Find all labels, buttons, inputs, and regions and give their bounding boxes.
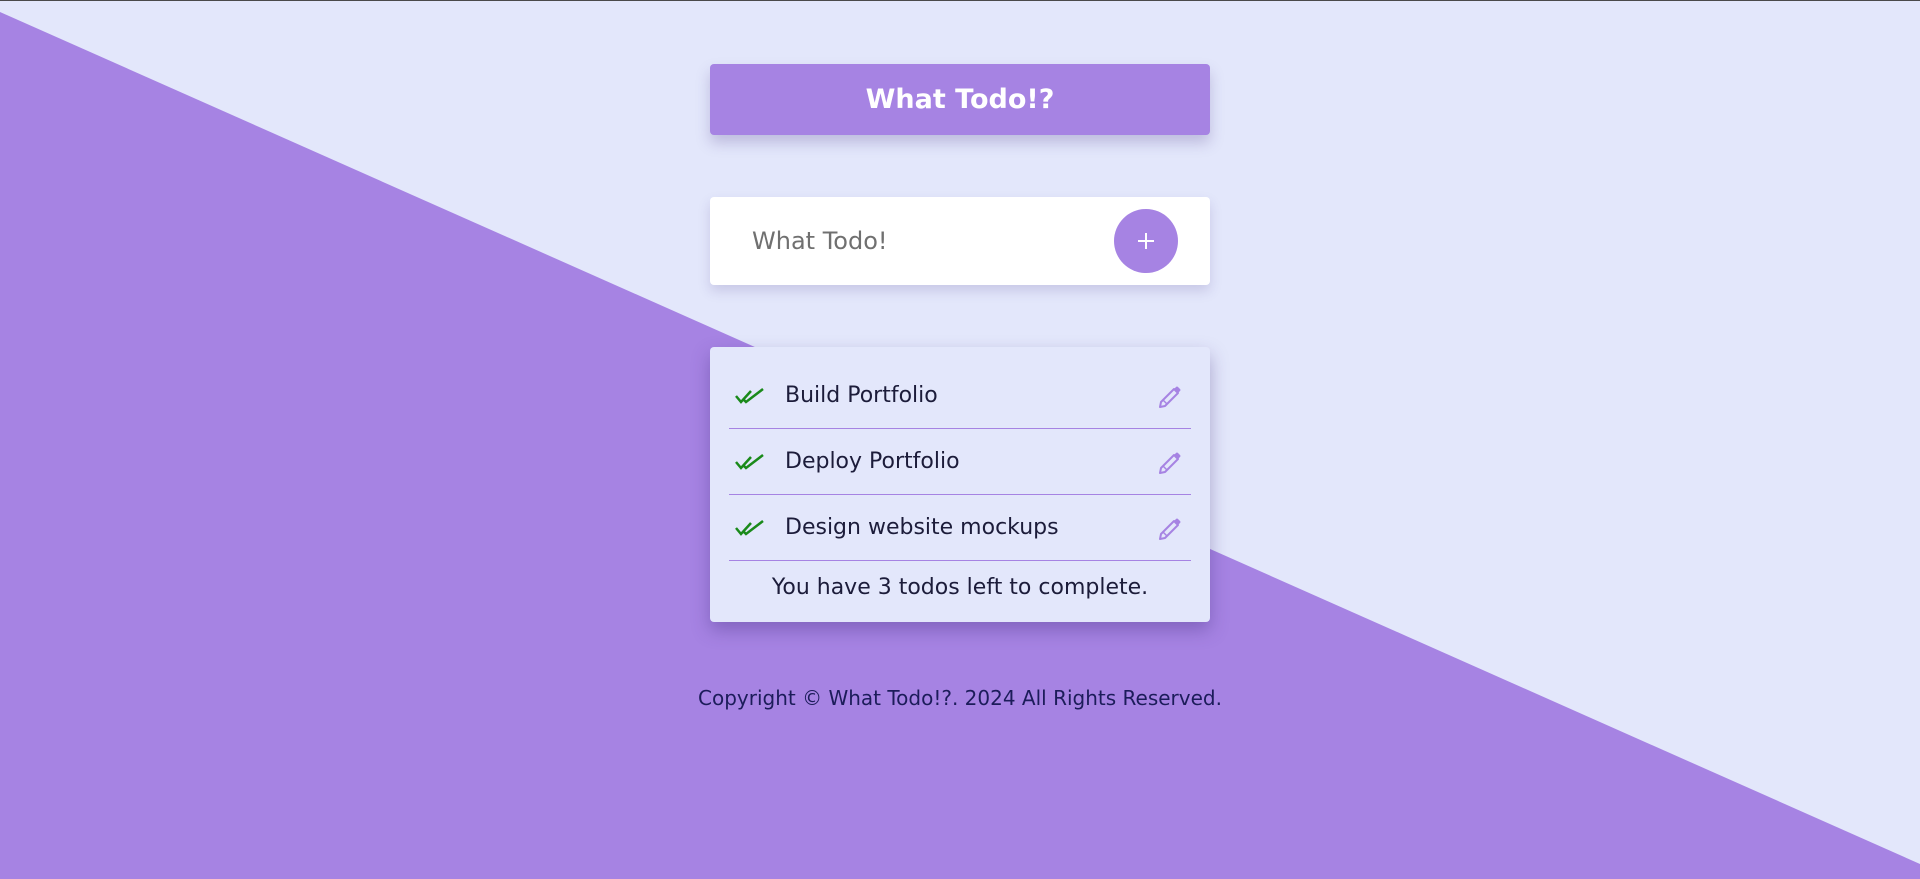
todos-remaining-text: You have 3 todos left to complete. bbox=[771, 575, 1149, 600]
footer-copyright: Copyright © What Todo!?. 2024 All Rights… bbox=[698, 686, 1222, 710]
todo-input[interactable] bbox=[750, 226, 1114, 256]
app-header: What Todo!? bbox=[710, 64, 1210, 135]
double-check-icon[interactable] bbox=[735, 451, 767, 473]
double-check-icon[interactable] bbox=[735, 517, 767, 539]
todo-item: Design website mockups bbox=[729, 495, 1191, 561]
plus-icon bbox=[1138, 233, 1154, 249]
todo-text: Build Portfolio bbox=[785, 383, 938, 408]
todo-list: Build Portfolio Deploy Portfolio Design … bbox=[710, 347, 1210, 622]
todo-text: Deploy Portfolio bbox=[785, 449, 960, 474]
pencil-icon[interactable] bbox=[1155, 381, 1185, 411]
todo-text: Design website mockups bbox=[785, 515, 1059, 540]
todo-input-card bbox=[710, 197, 1210, 285]
todo-item: Deploy Portfolio bbox=[729, 429, 1191, 495]
app-title: What Todo!? bbox=[865, 84, 1055, 115]
double-check-icon[interactable] bbox=[735, 385, 767, 407]
todo-item: Build Portfolio bbox=[729, 363, 1191, 429]
todo-app: What Todo!? Build Portfolio bbox=[710, 64, 1210, 622]
add-todo-button[interactable] bbox=[1114, 209, 1178, 273]
pencil-icon[interactable] bbox=[1155, 447, 1185, 477]
pencil-icon[interactable] bbox=[1155, 513, 1185, 543]
